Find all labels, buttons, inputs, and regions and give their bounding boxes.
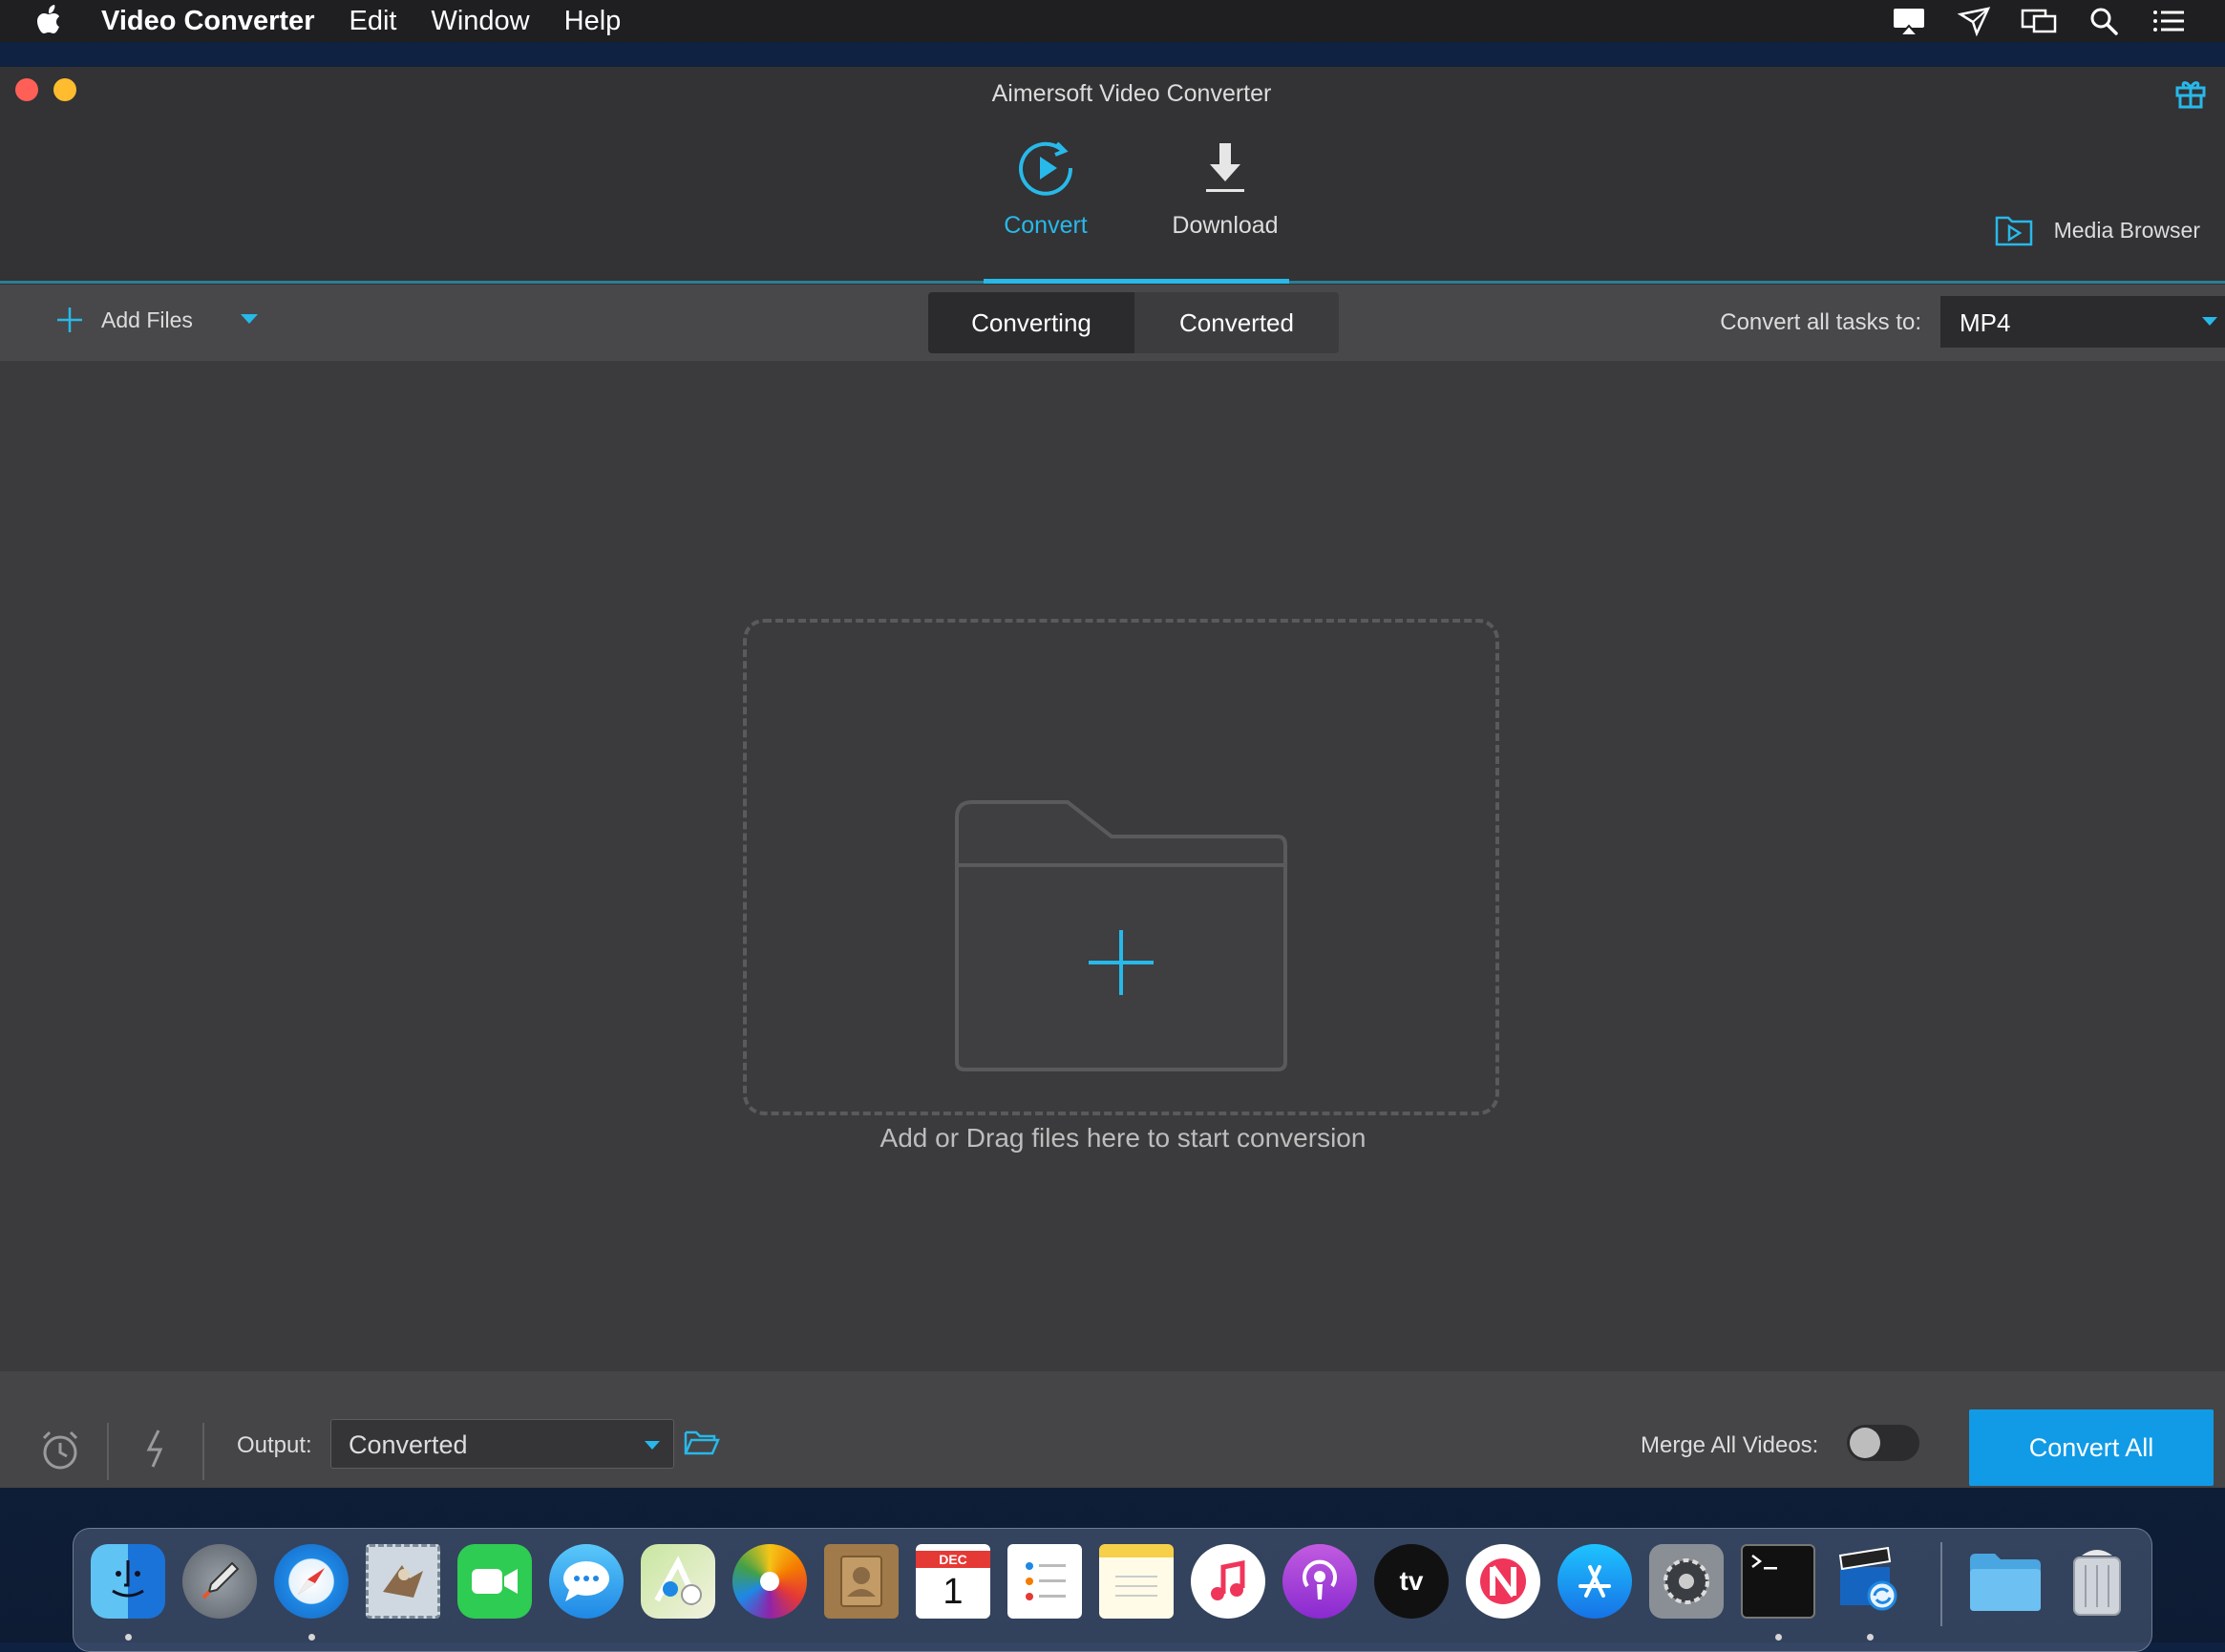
- tab-download[interactable]: Download: [1144, 138, 1306, 240]
- title-bar: Aimersoft Video Converter Convert Downlo…: [0, 67, 2225, 285]
- media-browser-icon: [1995, 216, 2032, 246]
- plus-icon: [57, 307, 82, 332]
- news-icon[interactable]: [1466, 1544, 1540, 1619]
- tab-converting[interactable]: Converting: [928, 292, 1134, 353]
- trash-icon[interactable]: [2060, 1544, 2134, 1619]
- toggle-knob: [1850, 1428, 1880, 1458]
- tab-download-label: Download: [1172, 212, 1279, 239]
- photos-icon[interactable]: [732, 1544, 807, 1619]
- calendar-icon[interactable]: DEC 1: [916, 1544, 990, 1619]
- podcasts-icon[interactable]: [1282, 1544, 1357, 1619]
- open-folder-icon[interactable]: [684, 1427, 720, 1459]
- menu-window[interactable]: Window: [431, 6, 529, 37]
- apple-tv-label: tv: [1399, 1566, 1424, 1596]
- media-browser-button[interactable]: Media Browser: [1995, 214, 2200, 246]
- send-icon[interactable]: [1956, 5, 1992, 37]
- running-indicator: [1867, 1634, 1874, 1641]
- contacts-icon[interactable]: [824, 1544, 899, 1619]
- maps-icon[interactable]: [641, 1544, 715, 1619]
- running-indicator: [125, 1634, 132, 1641]
- output-folder-select[interactable]: Converted: [330, 1419, 674, 1469]
- add-files-label: Add Files: [101, 307, 193, 332]
- launchpad-icon[interactable]: [182, 1544, 257, 1619]
- gift-icon[interactable]: [2173, 76, 2208, 109]
- status-tabs: Converting Converted: [928, 292, 1339, 353]
- spotlight-search-icon[interactable]: [2086, 5, 2122, 37]
- mail-icon[interactable]: [366, 1544, 440, 1619]
- tab-converted[interactable]: Converted: [1134, 292, 1339, 353]
- system-preferences-icon[interactable]: [1649, 1544, 1724, 1619]
- convert-icon: [1019, 141, 1073, 196]
- running-indicator: [308, 1634, 315, 1641]
- lightning-icon[interactable]: [141, 1427, 170, 1471]
- target-format-select[interactable]: MP4: [1940, 296, 2225, 348]
- drop-zone-hint: Add or Drag files here to start conversi…: [879, 1123, 1367, 1153]
- menu-edit[interactable]: Edit: [349, 6, 396, 37]
- apple-tv-icon[interactable]: tv: [1374, 1544, 1449, 1619]
- calendar-month: DEC: [916, 1551, 990, 1568]
- messages-icon[interactable]: [549, 1544, 624, 1619]
- screen-mirroring-icon[interactable]: [2021, 5, 2057, 37]
- convert-all-tasks-label: Convert all tasks to:: [1720, 309, 1921, 335]
- reminders-icon[interactable]: [1007, 1544, 1082, 1619]
- target-format-value: MP4: [1960, 308, 2011, 337]
- merge-all-videos-label: Merge All Videos:: [1641, 1432, 1819, 1458]
- menu-status-area: [1891, 5, 2187, 37]
- notification-center-icon[interactable]: [2151, 5, 2187, 37]
- bottom-bar: Output: Converted Merge All Videos: Conv…: [0, 1371, 2225, 1488]
- add-folder-icon[interactable]: [953, 798, 1289, 1073]
- dock: DEC 1 tv: [73, 1528, 2152, 1652]
- active-tab-indicator: [984, 279, 1289, 284]
- tab-convert[interactable]: Convert: [964, 138, 1127, 240]
- window-title: Aimersoft Video Converter: [991, 80, 1272, 107]
- chevron-down-icon: [2202, 317, 2217, 326]
- apple-menu-icon[interactable]: [36, 5, 65, 37]
- music-icon[interactable]: [1191, 1544, 1265, 1619]
- tab-convert-label: Convert: [1004, 212, 1088, 239]
- output-label: Output:: [237, 1432, 312, 1458]
- facetime-icon[interactable]: [457, 1544, 532, 1619]
- output-folder-value: Converted: [349, 1430, 468, 1459]
- chevron-down-icon: [645, 1441, 660, 1450]
- folder-icon[interactable]: [1968, 1544, 2043, 1619]
- download-icon: [1206, 143, 1244, 192]
- convert-all-button[interactable]: Convert All: [1969, 1409, 2214, 1486]
- notes-icon[interactable]: [1099, 1544, 1174, 1619]
- app-window: Aimersoft Video Converter Convert Downlo…: [0, 67, 2225, 1488]
- calendar-day: 1: [943, 1572, 964, 1612]
- finder-icon[interactable]: [91, 1544, 165, 1619]
- divider: [107, 1423, 109, 1480]
- add-files-dropdown-arrow-icon[interactable]: [241, 314, 258, 324]
- dock-divider: [1940, 1542, 1942, 1626]
- alarm-clock-icon[interactable]: [38, 1429, 82, 1472]
- menu-bar: Video Converter Edit Window Help: [0, 0, 2225, 42]
- airplay-display-icon[interactable]: [1891, 5, 1927, 37]
- menu-app-name[interactable]: Video Converter: [101, 6, 314, 37]
- media-browser-label: Media Browser: [2053, 217, 2200, 243]
- running-indicator: [1775, 1634, 1782, 1641]
- add-files-button[interactable]: Add Files: [55, 306, 193, 334]
- app-store-icon[interactable]: [1558, 1544, 1632, 1619]
- divider: [202, 1423, 204, 1480]
- menu-help[interactable]: Help: [564, 6, 622, 37]
- terminal-icon[interactable]: [1741, 1544, 1815, 1619]
- safari-icon[interactable]: [274, 1544, 349, 1619]
- merge-all-videos-toggle[interactable]: [1847, 1425, 1919, 1461]
- toolbar: Add Files Converting Converted Convert a…: [0, 285, 2225, 361]
- video-converter-icon[interactable]: [1833, 1544, 1907, 1619]
